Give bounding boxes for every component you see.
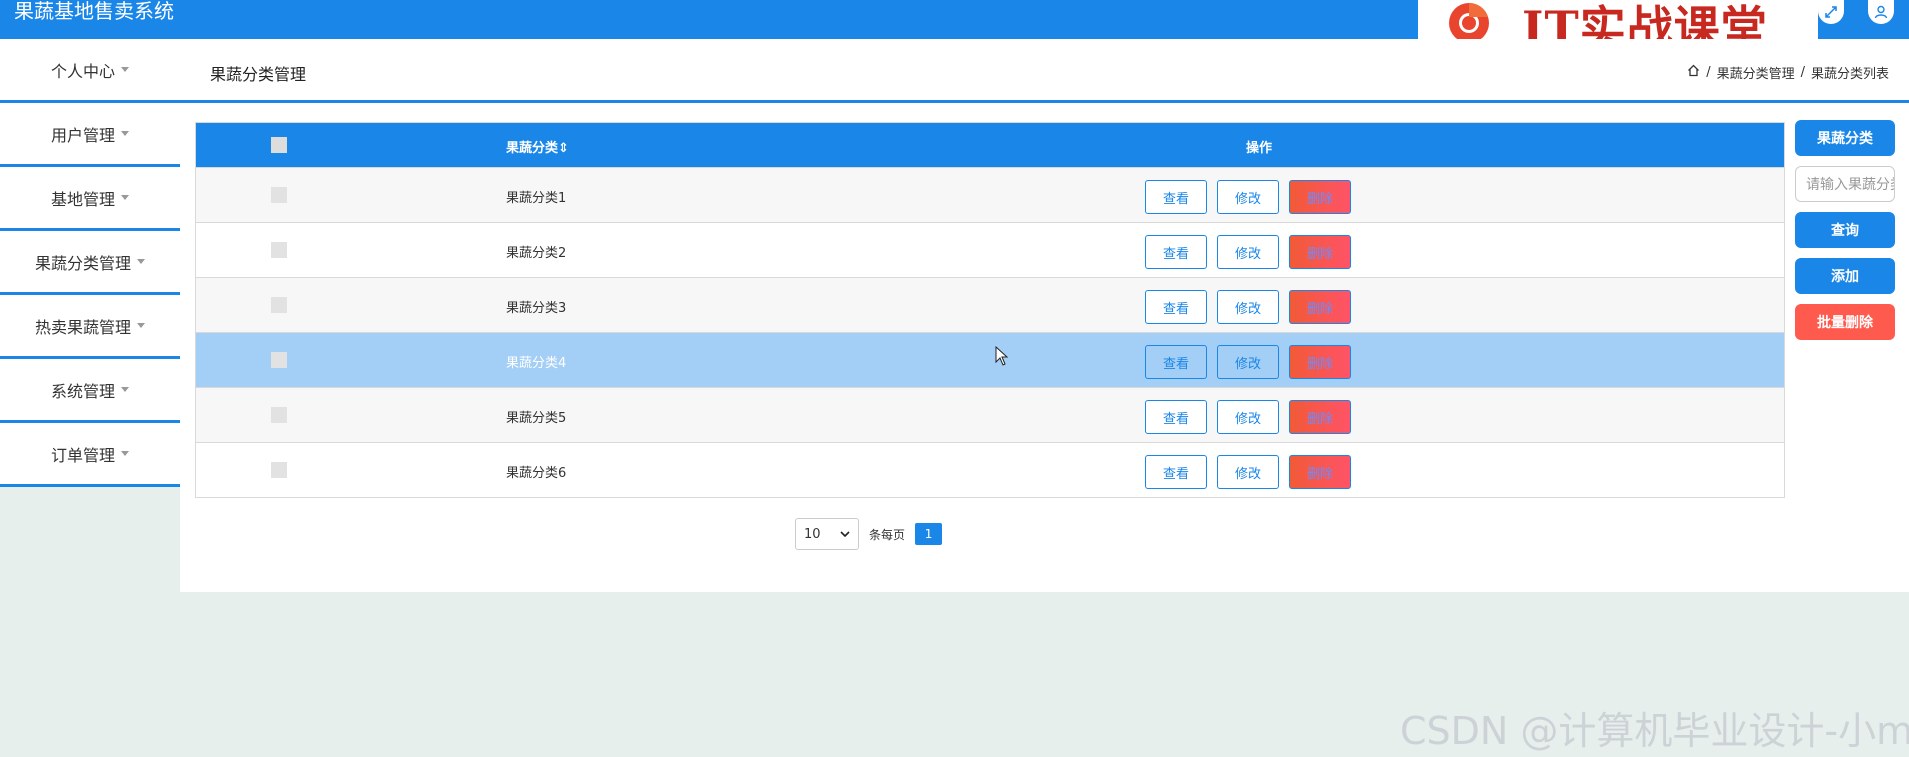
home-icon[interactable] xyxy=(1687,64,1700,81)
breadcrumb-level2: 果蔬分类列表 xyxy=(1810,67,1889,82)
delete-button[interactable]: 删除 xyxy=(1289,345,1351,379)
chevron-down-icon xyxy=(137,323,145,328)
sidebar-item-label: 用户管理 xyxy=(50,125,115,145)
sidebar-item-system[interactable]: 系统管理 xyxy=(0,359,180,423)
view-button[interactable]: 查看 xyxy=(1145,345,1207,379)
edit-button[interactable]: 修改 xyxy=(1217,235,1279,269)
chevron-down-icon xyxy=(121,387,129,392)
page-size-value: 10 xyxy=(804,526,821,542)
view-button[interactable]: 查看 xyxy=(1145,290,1207,324)
search-input[interactable]: 请输入果蔬分类 xyxy=(1795,166,1895,202)
delete-button[interactable]: 删除 xyxy=(1289,290,1351,324)
chrome-logo-icon xyxy=(1449,3,1489,43)
sidebar-item-label: 基地管理 xyxy=(50,189,115,209)
category-name: 果蔬分类2 xyxy=(506,246,567,261)
delete-button[interactable]: 删除 xyxy=(1289,400,1351,434)
view-button[interactable]: 查看 xyxy=(1145,455,1207,489)
table-row: 果蔬分类4 查看 修改 删除 xyxy=(196,332,1784,387)
mouse-cursor-icon xyxy=(995,346,1009,366)
delete-button[interactable]: 删除 xyxy=(1289,455,1351,489)
row-checkbox[interactable] xyxy=(271,242,287,258)
sidebar-item-label: 个人中心 xyxy=(50,61,115,81)
user-icon[interactable] xyxy=(1868,0,1894,24)
table-row: 果蔬分类6 查看 修改 删除 xyxy=(196,442,1784,497)
sidebar-item-label: 果蔬分类管理 xyxy=(34,253,131,273)
sidebar-item-orders[interactable]: 订单管理 xyxy=(0,423,180,487)
sort-icon[interactable]: ⇕ xyxy=(558,141,569,156)
main-content: 果蔬分类管理 / 果蔬分类管理 / 果蔬分类列表 果蔬分类⇕ 操作 果蔬分类1 … xyxy=(180,39,1909,592)
edit-button[interactable]: 修改 xyxy=(1217,290,1279,324)
page-number-button[interactable]: 1 xyxy=(915,523,943,545)
chevron-down-icon xyxy=(121,131,129,136)
chevron-down-icon xyxy=(840,531,850,537)
edit-button[interactable]: 修改 xyxy=(1217,180,1279,214)
per-page-label: 条每页 xyxy=(869,527,906,542)
page-header: 果蔬分类管理 / 果蔬分类管理 / 果蔬分类列表 xyxy=(180,39,1909,103)
page-size-select[interactable]: 10 xyxy=(795,518,859,550)
column-header-ops: 操作 xyxy=(1246,141,1273,156)
table-row: 果蔬分类1 查看 修改 删除 xyxy=(196,167,1784,222)
app-title: 果蔬基地售卖系统 xyxy=(14,0,174,23)
page-title: 果蔬分类管理 xyxy=(210,65,307,84)
sidebar-item-categories[interactable]: 果蔬分类管理 xyxy=(0,231,180,295)
table-row: 果蔬分类3 查看 修改 删除 xyxy=(196,277,1784,332)
table-header: 果蔬分类⇕ 操作 xyxy=(196,123,1784,167)
delete-button[interactable]: 删除 xyxy=(1289,180,1351,214)
column-header-name[interactable]: 果蔬分类⇕ xyxy=(506,137,569,156)
sidebar-item-hot-produce[interactable]: 热卖果蔬管理 xyxy=(0,295,180,359)
row-checkbox[interactable] xyxy=(271,407,287,423)
query-button[interactable]: 查询 xyxy=(1795,212,1895,248)
category-field-label: 果蔬分类 xyxy=(1795,120,1895,156)
view-button[interactable]: 查看 xyxy=(1145,235,1207,269)
delete-button[interactable]: 删除 xyxy=(1289,235,1351,269)
breadcrumb-separator: / xyxy=(1706,65,1711,80)
chevron-down-icon xyxy=(121,195,129,200)
sidebar-item-label: 热卖果蔬管理 xyxy=(34,317,131,337)
select-all-checkbox[interactable] xyxy=(271,137,287,153)
sidebar: 个人中心 用户管理 基地管理 果蔬分类管理 热卖果蔬管理 系统管理 订单管理 xyxy=(0,39,180,487)
row-checkbox[interactable] xyxy=(271,352,287,368)
edit-button[interactable]: 修改 xyxy=(1217,400,1279,434)
breadcrumb-separator: / xyxy=(1800,65,1805,80)
chevron-down-icon xyxy=(121,67,129,72)
view-button[interactable]: 查看 xyxy=(1145,180,1207,214)
row-checkbox[interactable] xyxy=(271,462,287,478)
sidebar-item-personal-center[interactable]: 个人中心 xyxy=(0,39,180,103)
category-name: 果蔬分类4 xyxy=(506,356,567,371)
table-row: 果蔬分类2 查看 修改 删除 xyxy=(196,222,1784,277)
sidebar-item-users[interactable]: 用户管理 xyxy=(0,103,180,167)
breadcrumb: / 果蔬分类管理 / 果蔬分类列表 xyxy=(1687,63,1889,82)
csdn-watermark: CSDN @计算机毕业设计-小ma xyxy=(1400,709,1909,753)
category-table: 果蔬分类⇕ 操作 果蔬分类1 查看 修改 删除 果蔬分类2 查看 修改 删除 果蔬分类3… xyxy=(195,122,1785,498)
category-name: 果蔬分类3 xyxy=(506,301,567,316)
edit-button[interactable]: 修改 xyxy=(1217,345,1279,379)
category-name: 果蔬分类1 xyxy=(506,191,567,206)
view-button[interactable]: 查看 xyxy=(1145,400,1207,434)
sidebar-item-label: 系统管理 xyxy=(50,381,115,401)
category-name: 果蔬分类5 xyxy=(506,411,567,426)
chevron-down-icon xyxy=(121,451,129,456)
sidebar-item-label: 订单管理 xyxy=(50,445,115,465)
search-panel: 果蔬分类 请输入果蔬分类 查询 添加 批量删除 xyxy=(1795,120,1895,350)
category-name: 果蔬分类6 xyxy=(506,466,567,481)
chevron-down-icon xyxy=(137,259,145,264)
row-checkbox[interactable] xyxy=(271,187,287,203)
batch-delete-button[interactable]: 批量删除 xyxy=(1795,304,1895,340)
row-checkbox[interactable] xyxy=(271,297,287,313)
table-row: 果蔬分类5 查看 修改 删除 xyxy=(196,387,1784,442)
expand-icon[interactable] xyxy=(1818,0,1844,24)
breadcrumb-level1[interactable]: 果蔬分类管理 xyxy=(1717,63,1795,82)
pagination: 10 条每页 1 xyxy=(795,518,943,550)
sidebar-item-bases[interactable]: 基地管理 xyxy=(0,167,180,231)
add-button[interactable]: 添加 xyxy=(1795,258,1895,294)
edit-button[interactable]: 修改 xyxy=(1217,455,1279,489)
